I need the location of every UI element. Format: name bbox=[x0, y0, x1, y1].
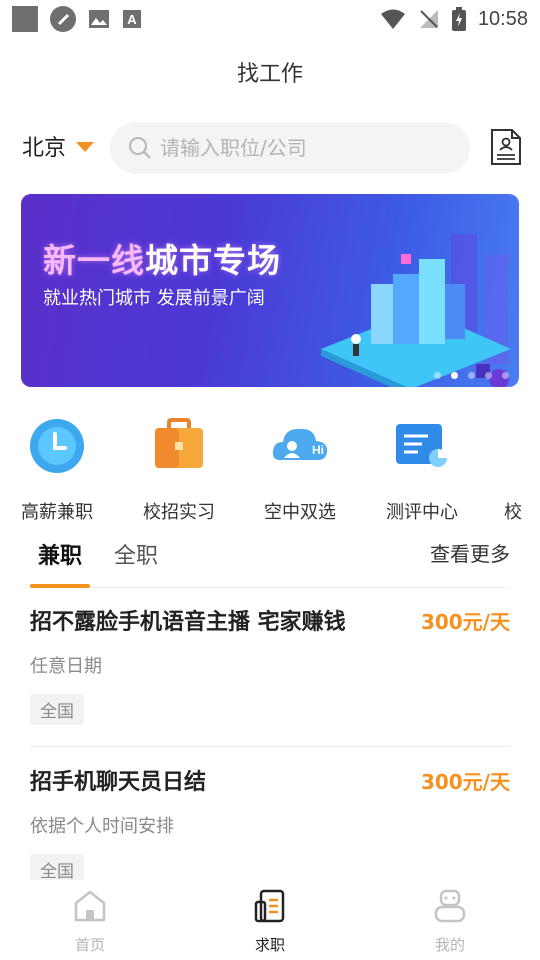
pager-dot bbox=[434, 372, 441, 379]
job-card[interactable]: 招手机聊天员日结 300元/天 依据个人时间安排 全国 bbox=[30, 764, 510, 885]
job-location-tag: 全国 bbox=[30, 694, 84, 725]
quick-entry-high-pay[interactable]: 高薪兼职 bbox=[2, 416, 112, 524]
promo-banner[interactable]: 新一线城市专场 就业热门城市 发展前景广阔 bbox=[21, 194, 519, 387]
briefcase-icon bbox=[155, 418, 203, 468]
app-notification-icon bbox=[50, 6, 76, 32]
job-salary: 300元/天 bbox=[420, 610, 510, 634]
city-label: 北京 bbox=[22, 136, 67, 161]
city-selector[interactable]: 北京 bbox=[22, 130, 95, 162]
tab-full-time[interactable]: 全职 bbox=[114, 538, 158, 570]
job-type-tabs: 兼职 全职 查看更多 bbox=[30, 536, 510, 588]
divider bbox=[30, 746, 510, 747]
job-list-icon bbox=[254, 889, 285, 923]
caret-down-icon bbox=[76, 142, 95, 152]
status-bar: A 10:58 bbox=[0, 0, 540, 38]
quick-entry-label: 空中双选 bbox=[264, 502, 336, 523]
search-icon bbox=[129, 137, 151, 159]
quick-entry-air-recruit[interactable]: Hi 空中双选 bbox=[245, 416, 355, 524]
wifi-icon bbox=[380, 9, 405, 29]
partial-icon bbox=[485, 416, 540, 476]
home-icon bbox=[74, 890, 106, 922]
text-notification-icon: A bbox=[123, 10, 141, 28]
job-salary: 300元/天 bbox=[420, 770, 510, 794]
view-more-link[interactable]: 查看更多 bbox=[430, 538, 510, 567]
banner-pager bbox=[434, 372, 509, 379]
user-icon bbox=[434, 889, 466, 923]
nav-me[interactable]: 我的 bbox=[360, 880, 540, 960]
job-card[interactable]: 招不露脸手机语音主播 宅家赚钱 300元/天 任意日期 全国 bbox=[30, 604, 510, 725]
banner-subtitle: 就业热门城市 发展前景广阔 bbox=[43, 288, 265, 309]
image-notification-icon bbox=[89, 10, 109, 28]
nav-home[interactable]: 首页 bbox=[0, 880, 180, 960]
active-tab-indicator bbox=[30, 584, 90, 588]
svg-text:A: A bbox=[127, 12, 137, 27]
search-box[interactable] bbox=[110, 122, 470, 174]
tab-part-time[interactable]: 兼职 bbox=[38, 538, 82, 570]
quick-entry-label: 高薪兼职 bbox=[21, 502, 93, 523]
banner-title: 新一线城市专场 bbox=[43, 241, 281, 280]
clock-icon bbox=[30, 419, 84, 473]
no-signal-icon bbox=[419, 10, 438, 28]
nav-me-label: 我的 bbox=[434, 936, 465, 954]
clock-time: 10:58 bbox=[477, 7, 528, 30]
quick-entry-campus-intern[interactable]: 校招实习 bbox=[124, 416, 234, 524]
quick-entries: 高薪兼职 校招实习 Hi 空中双选 测评中心 校 bbox=[0, 416, 540, 526]
svg-text:Hi: Hi bbox=[312, 443, 324, 457]
notification-square-icon bbox=[12, 6, 38, 32]
nav-home-label: 首页 bbox=[74, 936, 105, 954]
battery-charging-icon bbox=[451, 7, 466, 31]
quick-entry-label: 校招实习 bbox=[143, 502, 215, 523]
pager-dot-active bbox=[451, 372, 458, 379]
quick-entry-partial[interactable]: 校 bbox=[460, 416, 540, 524]
nav-jobs-label: 求职 bbox=[254, 936, 285, 954]
nav-jobs[interactable]: 求职 bbox=[180, 880, 360, 960]
pager-dot bbox=[468, 372, 475, 379]
resume-icon[interactable] bbox=[490, 128, 522, 166]
job-schedule: 依据个人时间安排 bbox=[30, 816, 174, 837]
assessment-icon bbox=[396, 424, 447, 467]
cloud-chat-icon: Hi bbox=[272, 428, 328, 460]
pager-dot bbox=[485, 372, 492, 379]
bottom-navigation: 首页 求职 我的 bbox=[0, 880, 540, 960]
page-title: 找工作 bbox=[236, 62, 303, 87]
pager-dot bbox=[502, 372, 509, 379]
city-illustration bbox=[321, 234, 511, 387]
job-schedule: 任意日期 bbox=[30, 656, 102, 677]
search-input[interactable] bbox=[160, 136, 440, 160]
quick-entry-label: 校 bbox=[504, 502, 522, 523]
